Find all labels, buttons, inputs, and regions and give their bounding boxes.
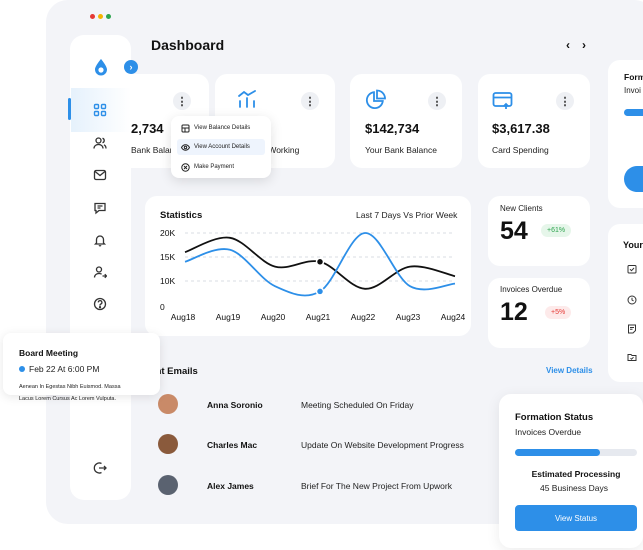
processing-value: 45 Business Days	[539, 483, 609, 493]
invoices-overdue-change-badge: +5%	[545, 306, 572, 319]
formation-progress-track	[515, 449, 637, 456]
new-clients-label: New Clients	[500, 204, 543, 213]
sidebar-active-indicator	[68, 98, 71, 120]
card-value: 2,734	[131, 121, 164, 136]
y-tick-label: 10K	[160, 276, 175, 286]
menu-item-label: View Balance Details	[194, 125, 251, 131]
prev-button[interactable]: ‹	[566, 38, 570, 52]
checklist-icon[interactable]	[627, 264, 637, 274]
email-subject: Brief For The New Project From Upwork	[301, 481, 452, 491]
help-icon[interactable]	[93, 297, 107, 311]
y-tick-label: 15K	[160, 252, 175, 262]
email-subject: Meeting Scheduled On Friday	[301, 400, 414, 410]
partial-title: Form	[624, 72, 643, 82]
meeting-description-line-2: Lacus Lorem Cursus Ac Lorem Vulputa.	[19, 396, 117, 402]
avatar	[158, 475, 178, 495]
balance-icon	[181, 124, 190, 133]
processing-label: Estimated Processing	[531, 469, 621, 479]
email-sender: Alex James	[207, 481, 254, 491]
card-label: Your Bank Balance	[365, 145, 437, 155]
card-menu-button[interactable]: ⋮	[301, 92, 319, 110]
window-controls	[90, 14, 111, 19]
x-tick-label: Aug18	[171, 312, 196, 322]
users-icon[interactable]	[93, 136, 107, 150]
invoices-overdue-label: Invoices Overdue	[500, 285, 563, 294]
meeting-description-line-1: Aenean In Egestas Nibh Euismod. Massa	[19, 384, 121, 390]
menu-item-label: View Account Details	[194, 144, 250, 150]
card-label: Card Spending	[492, 145, 549, 155]
view-details-link[interactable]: View Details	[546, 366, 593, 375]
x-tick-label: Aug20	[261, 312, 286, 322]
partial-progress	[624, 109, 643, 116]
partial-subtitle: Invoi	[624, 86, 641, 95]
mail-icon[interactable]	[93, 168, 107, 182]
chat-icon[interactable]	[93, 201, 107, 215]
new-clients-change-badge: +61%	[541, 224, 572, 237]
card-menu-button[interactable]: ⋮	[556, 92, 574, 110]
x-tick-label: Aug21	[306, 312, 331, 322]
statistics-line-chart: 20K 15K 10K 0 Aug18 Aug19 Aug20 Aug21 Aug22 Aug2…	[160, 228, 466, 322]
user-arrow-icon[interactable]	[93, 265, 107, 279]
y-tick-label: 20K	[160, 228, 175, 238]
chart-bars-icon	[236, 89, 258, 109]
highlighted-data-point[interactable]	[315, 257, 325, 267]
invoices-overdue-value: 12	[500, 298, 528, 326]
eye-icon	[181, 143, 190, 152]
partial-button[interactable]	[624, 166, 643, 192]
partial-title: Your	[623, 240, 643, 250]
meeting-time: Feb 22 At 6:00 PM	[29, 364, 100, 374]
y-tick-label: 0	[160, 302, 165, 312]
note-icon[interactable]	[627, 324, 637, 334]
logo-drop-icon	[93, 58, 109, 76]
email-sender: Anna Soronio	[207, 400, 263, 410]
card-menu-button[interactable]: ⋮	[173, 92, 191, 110]
close-window-dot[interactable]	[90, 14, 95, 19]
highlighted-data-point[interactable]	[315, 287, 325, 296]
card-icon	[492, 91, 514, 111]
pie-icon	[364, 89, 386, 111]
menu-item-view-balance[interactable]: View Balance Details	[177, 120, 265, 136]
x-tick-label: Aug23	[396, 312, 421, 322]
new-clients-value: 54	[500, 217, 528, 245]
page-title: Dashboard	[151, 37, 225, 53]
x-tick-label: Aug19	[216, 312, 241, 322]
clock-icon[interactable]	[627, 295, 637, 305]
view-status-button[interactable]: View Status	[515, 505, 637, 531]
formation-title: Formation Status	[515, 412, 594, 423]
formation-progress-fill	[515, 449, 601, 456]
folder-icon[interactable]	[627, 352, 637, 362]
sidebar-collapse-button[interactable]: ›	[124, 60, 138, 74]
payment-icon	[181, 162, 190, 172]
avatar	[158, 434, 178, 454]
card-dropdown-menu: View Balance Details View Account Detail…	[171, 116, 271, 178]
menu-item-label: Make Payment	[194, 164, 235, 170]
minimize-window-dot[interactable]	[98, 14, 103, 19]
card-value: $3,617.38	[492, 121, 550, 136]
grid-icon[interactable]	[93, 103, 107, 117]
menu-item-view-account[interactable]: View Account Details	[177, 139, 265, 155]
email-subject: Update On Website Development Progress	[301, 440, 464, 450]
meeting-dot-icon	[19, 366, 25, 372]
formation-subtitle: Invoices Overdue	[515, 427, 582, 437]
card-menu-button[interactable]: ⋮	[428, 92, 446, 110]
x-tick-label: Aug22	[351, 312, 376, 322]
card-value: $142,734	[365, 121, 420, 136]
meeting-title: Board Meeting	[19, 348, 79, 358]
bell-icon[interactable]	[93, 233, 107, 247]
menu-item-make-payment[interactable]: Make Payment	[177, 159, 265, 175]
email-sender: Charles Mac	[207, 440, 258, 450]
next-button[interactable]: ›	[582, 38, 586, 52]
maximize-window-dot[interactable]	[106, 14, 111, 19]
x-tick-label: Aug24	[441, 312, 466, 322]
avatar	[158, 394, 178, 414]
logout-icon[interactable]	[93, 461, 107, 475]
